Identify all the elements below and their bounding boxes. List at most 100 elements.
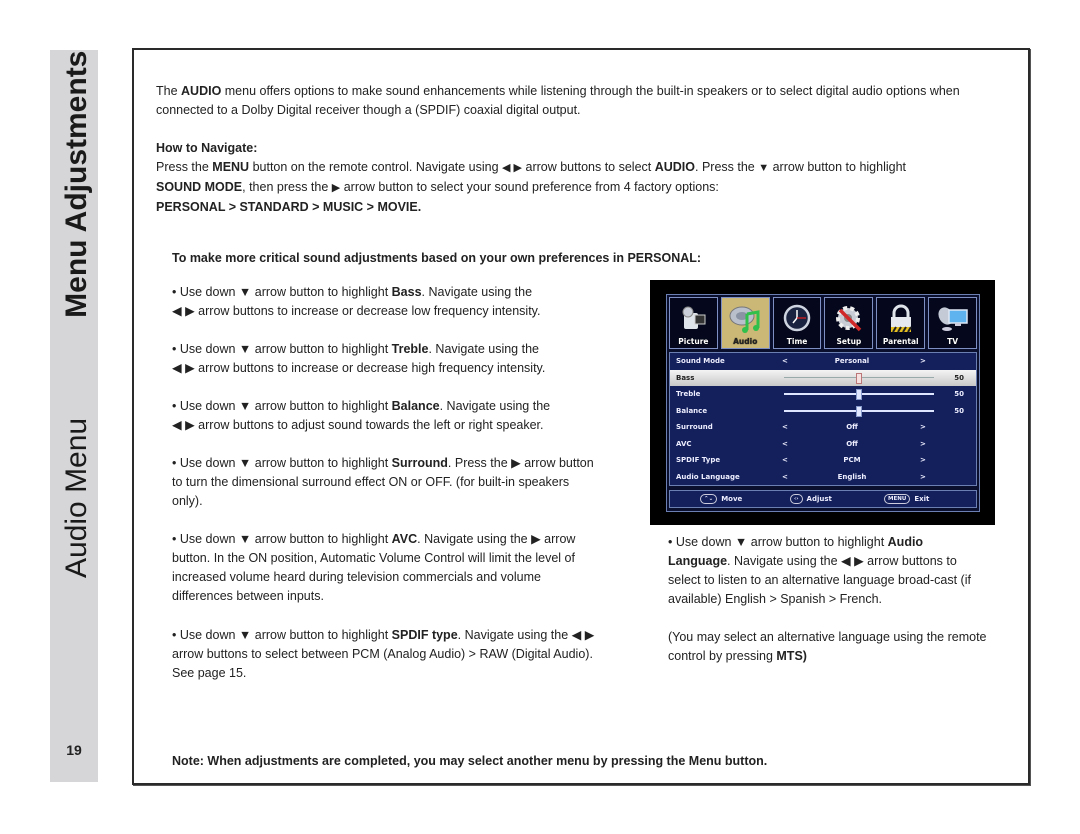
section-title-menu-adjustments: Menu Adjustments xyxy=(60,50,93,318)
clock-icon xyxy=(780,302,814,336)
osd-slider-knob xyxy=(856,372,862,384)
tv-audio-menu-screenshot: Picture Audio Time Setup Parental TV Sou… xyxy=(650,280,995,525)
osd-right-arrow-icon: > xyxy=(920,439,926,448)
osd-tab-parental: Parental xyxy=(876,297,926,349)
osd-tab-label: Audio xyxy=(733,337,758,346)
bullet-text: . Navigate using the xyxy=(439,399,551,413)
right-arrow-icon: ▶ xyxy=(331,182,341,194)
osd-tab-label: Picture xyxy=(678,337,709,346)
bullet-avc: • Use down ▼ arrow button to highlight A… xyxy=(172,530,602,606)
bullet-text: • Use down ▼ arrow button to highlight xyxy=(172,285,392,299)
camcorder-icon xyxy=(676,302,710,336)
osd-row-label: Bass xyxy=(676,373,695,382)
osd-tab-label: Parental xyxy=(882,337,919,346)
osd-row-value: Personal xyxy=(834,357,870,366)
section-title: Audio Menu Menu Adjustments xyxy=(60,51,94,578)
bullet-text: • Use down ▼ arrow button to highlight xyxy=(668,535,888,549)
bullet-bold: Treble xyxy=(391,342,429,356)
navigate-text: Press the xyxy=(156,160,213,174)
osd-slider-track xyxy=(784,405,934,417)
osd-row-surround: Surround < Off > xyxy=(670,419,976,436)
osd-hint-move-label: Move xyxy=(721,495,743,503)
mts-note: (You may select an alternative language … xyxy=(668,628,988,666)
completion-note: Note: When adjustments are completed, yo… xyxy=(172,754,768,768)
osd-tab-setup: Setup xyxy=(824,297,874,349)
mts-bold: MTS) xyxy=(776,649,807,663)
osd-right-arrow-icon: > xyxy=(920,357,926,366)
satellite-tv-icon xyxy=(936,302,970,336)
navigate-text: arrow buttons to select xyxy=(522,160,655,174)
bullet-text: • Use down ▼ arrow button to highlight xyxy=(172,342,392,356)
osd-tab-label: Time xyxy=(786,337,808,346)
navigate-text: arrow button to select your sound prefer… xyxy=(340,180,719,194)
osd-slider-value: 50 xyxy=(954,373,964,382)
bullet-audio-language: • Use down ▼ arrow button to highlight A… xyxy=(668,533,988,609)
osd-hint-exit-label: Exit xyxy=(914,495,930,503)
left-right-arrows-icon: ◀ ▶ xyxy=(502,162,523,174)
bullet-text: . Navigate using the xyxy=(428,342,539,356)
gear-wrench-icon xyxy=(832,302,866,336)
bullet-text: • Use down ▼ arrow button to highlight xyxy=(172,456,392,470)
osd-slider-knob xyxy=(856,389,862,400)
intro-bold-audio: AUDIO xyxy=(181,84,222,98)
osd-audio-settings-list: Sound Mode < Personal > Bass 50 Treble 50 Balanc… xyxy=(669,352,977,486)
osd-row-label: AVC xyxy=(676,439,692,448)
osd-left-arrow-icon: < xyxy=(782,472,788,481)
intro-text-rest: menu offers options to make sound enhanc… xyxy=(156,84,960,117)
osd-row-spdif-type: SPDIF Type < PCM > xyxy=(670,452,976,469)
mts-text: (You may select an alternative language … xyxy=(668,630,987,663)
osd-hint-adjust: ‹› Adjust xyxy=(790,494,832,504)
bullet-bold: Surround xyxy=(391,456,448,470)
left-right-keys-icon: ‹› xyxy=(790,494,803,504)
menu-key-icon: MENU xyxy=(884,494,911,504)
bullet-spdif: • Use down ▼ arrow button to highlight S… xyxy=(172,626,602,683)
intro-text: The xyxy=(156,84,182,98)
navigate-bold-sound-mode: SOUND MODE xyxy=(156,180,243,194)
osd-row-sound-mode: Sound Mode < Personal > xyxy=(670,353,976,370)
personal-heading: To make more critical sound adjustments … xyxy=(172,251,702,265)
bullet-text: • Use down ▼ arrow button to highlight xyxy=(172,399,392,413)
osd-left-arrow-icon: < xyxy=(782,357,788,366)
bullet-bold: Bass xyxy=(391,285,422,299)
osd-row-label: Audio Language xyxy=(676,472,740,481)
section-title-audio-menu: Audio Menu xyxy=(60,417,93,578)
osd-left-arrow-icon: < xyxy=(782,439,788,448)
bullet-bold: AVC xyxy=(391,532,418,546)
bullet-balance: • Use down ▼ arrow button to highlight B… xyxy=(172,397,602,435)
page-number: 19 xyxy=(66,742,82,758)
music-note-icon xyxy=(728,302,762,336)
bullet-treble: • Use down ▼ arrow button to highlight T… xyxy=(172,340,602,378)
bullet-bass: • Use down ▼ arrow button to highlight B… xyxy=(172,283,592,321)
osd-tab-audio: Audio xyxy=(720,297,770,349)
osd-row-value: PCM xyxy=(843,456,861,465)
osd-slider-track xyxy=(784,372,934,384)
navigate-bold-audio: AUDIO xyxy=(654,160,695,174)
osd-slider-knob xyxy=(856,405,862,417)
navigate-text: . Press the xyxy=(695,160,759,174)
bullet-bold: Balance xyxy=(391,399,440,413)
bullet-text: • Use down ▼ arrow button to highlight xyxy=(172,628,392,642)
osd-row-label: Surround xyxy=(676,423,713,432)
osd-row-label: Treble xyxy=(676,390,701,399)
navigate-text: arrow button to highlight xyxy=(769,160,907,174)
bullet-surround: • Use down ▼ arrow button to highlight S… xyxy=(172,454,597,511)
osd-row-bass: Bass 50 xyxy=(670,369,976,386)
bullet-text: ◀ ▶ arrow buttons to adjust sound toward… xyxy=(172,418,544,432)
osd-row-value: Off xyxy=(846,423,858,432)
bullet-text: . Navigate using the xyxy=(421,285,533,299)
navigate-text: button on the remote control. Navigate u… xyxy=(249,160,503,174)
osd-tab-label: Setup xyxy=(836,337,862,346)
osd-footer-hints: ⌃⌄ Move ‹› Adjust MENU Exit xyxy=(669,490,977,508)
how-to-navigate-heading: How to Navigate: xyxy=(156,141,258,155)
osd-left-arrow-icon: < xyxy=(782,423,788,432)
osd-right-arrow-icon: > xyxy=(920,423,926,432)
content-box: The AUDIO menu offers options to make so… xyxy=(132,48,1030,785)
down-arrow-icon: ▼ xyxy=(758,162,770,174)
osd-tab-label: TV xyxy=(947,337,959,346)
osd-slider-track xyxy=(784,389,934,400)
osd-row-audio-language: Audio Language < English > xyxy=(670,469,976,486)
osd-hint-adjust-label: Adjust xyxy=(806,495,832,503)
navigate-text: , then press the xyxy=(242,180,332,194)
osd-frame: Picture Audio Time Setup Parental TV Sou… xyxy=(666,294,980,512)
osd-hint-exit: MENU Exit xyxy=(884,494,929,504)
